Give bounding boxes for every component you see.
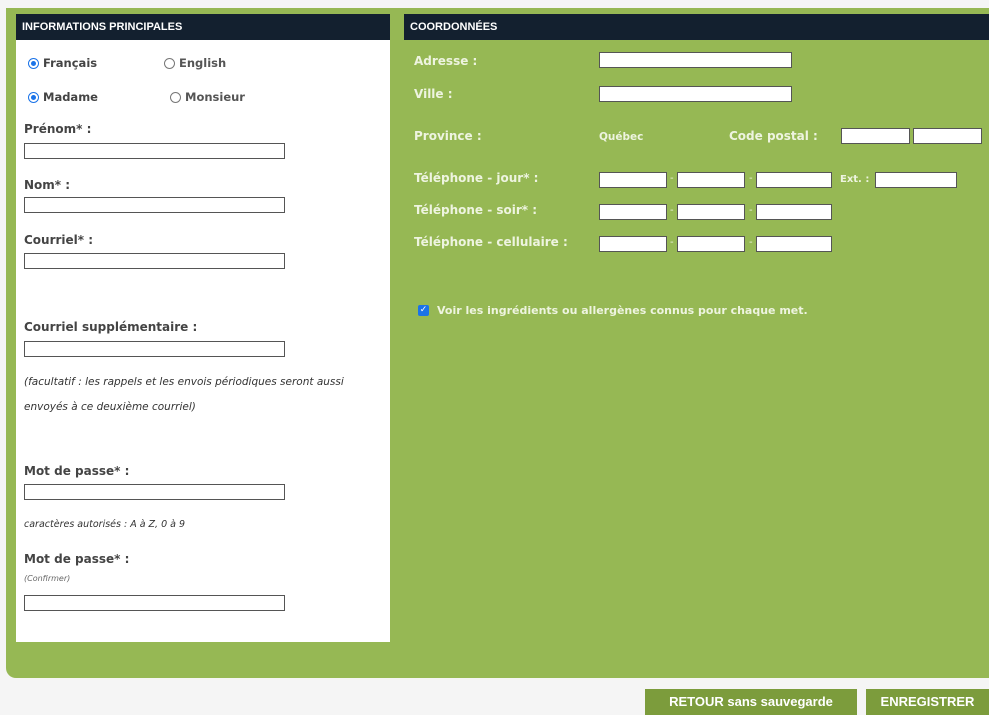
ext-label: Ext. : — [840, 174, 870, 185]
dash: - — [670, 173, 674, 184]
tel-soir-input-2[interactable] — [677, 204, 745, 220]
code-postal-input-2[interactable] — [913, 128, 982, 144]
tel-cell-input-2[interactable] — [677, 236, 745, 252]
adresse-label: Adresse : — [414, 54, 478, 68]
tel-jour-input-3[interactable] — [756, 172, 832, 188]
mot-de-passe-confirm-input[interactable] — [24, 595, 285, 611]
language-label-english: English — [179, 56, 227, 70]
prenom-label: Prénom* : — [24, 122, 92, 136]
mot-de-passe-hint: caractères autorisés : A à Z, 0 à 9 — [24, 519, 186, 530]
allergenes-checkbox-label: Voir les ingrédients ou allergènes connu… — [437, 304, 808, 317]
language-option-francais[interactable]: Français — [28, 56, 97, 70]
civility-option-monsieur[interactable]: Monsieur — [170, 90, 245, 104]
nom-input[interactable] — [24, 197, 285, 213]
civility-option-madame[interactable]: Madame — [28, 90, 98, 104]
tel-cell-label: Téléphone - cellulaire : — [414, 235, 568, 249]
tel-cell-input-3[interactable] — [756, 236, 832, 252]
radio-unchecked-icon[interactable] — [170, 91, 181, 103]
enregistrer-button[interactable]: ENREGISTRER — [866, 689, 989, 715]
radio-checked-icon[interactable] — [28, 91, 39, 103]
code-postal-label: Code postal : — [729, 129, 818, 143]
coordonnees-header: COORDONNÉES — [404, 14, 989, 40]
courriel-supp-note-2: envoyés à ce deuxième courriel) — [24, 401, 196, 413]
mot-de-passe-confirm-label: Mot de passe* : — [24, 552, 130, 566]
tel-jour-ext-input[interactable] — [875, 172, 957, 188]
code-postal-input-1[interactable] — [841, 128, 910, 144]
courriel-input[interactable] — [24, 253, 285, 269]
dash: - — [749, 205, 753, 216]
tel-jour-input-2[interactable] — [677, 172, 745, 188]
dash: - — [749, 237, 753, 248]
language-label-francais: Français — [43, 56, 98, 70]
dash: - — [670, 205, 674, 216]
civility-label-monsieur: Monsieur — [185, 90, 245, 104]
mot-de-passe-label: Mot de passe* : — [24, 464, 130, 478]
courriel-supp-label: Courriel supplémentaire : — [24, 320, 198, 334]
province-label: Province : — [414, 129, 482, 143]
tel-jour-label: Téléphone - jour* : — [414, 171, 539, 185]
ville-input[interactable] — [599, 86, 792, 102]
dash: - — [749, 173, 753, 184]
radio-unchecked-icon[interactable] — [164, 57, 175, 69]
tel-cell-input-1[interactable] — [599, 236, 667, 252]
courriel-supp-input[interactable] — [24, 341, 285, 357]
courriel-supp-note-1: (facultatif : les rappels et les envois … — [24, 376, 344, 388]
mot-de-passe-input[interactable] — [24, 484, 285, 500]
nom-label: Nom* : — [24, 178, 71, 192]
language-option-english[interactable]: English — [164, 56, 226, 70]
courriel-label: Courriel* : — [24, 233, 94, 247]
allergenes-checkbox[interactable]: ✓ — [418, 305, 429, 316]
ville-label: Ville : — [414, 87, 453, 101]
tel-soir-input-1[interactable] — [599, 204, 667, 220]
informations-header: INFORMATIONS PRINCIPALES — [16, 14, 390, 40]
tel-jour-input-1[interactable] — [599, 172, 667, 188]
tel-soir-label: Téléphone - soir* : — [414, 203, 538, 217]
adresse-input[interactable] — [599, 52, 792, 68]
province-value: Québec — [599, 131, 644, 143]
confirmer-sublabel: (Confirmer) — [24, 574, 71, 583]
civility-label-madame: Madame — [43, 90, 98, 104]
radio-checked-icon[interactable] — [28, 57, 39, 69]
retour-button[interactable]: RETOUR sans sauvegarde — [645, 689, 857, 715]
dash: - — [670, 237, 674, 248]
tel-soir-input-3[interactable] — [756, 204, 832, 220]
prenom-input[interactable] — [24, 143, 285, 159]
